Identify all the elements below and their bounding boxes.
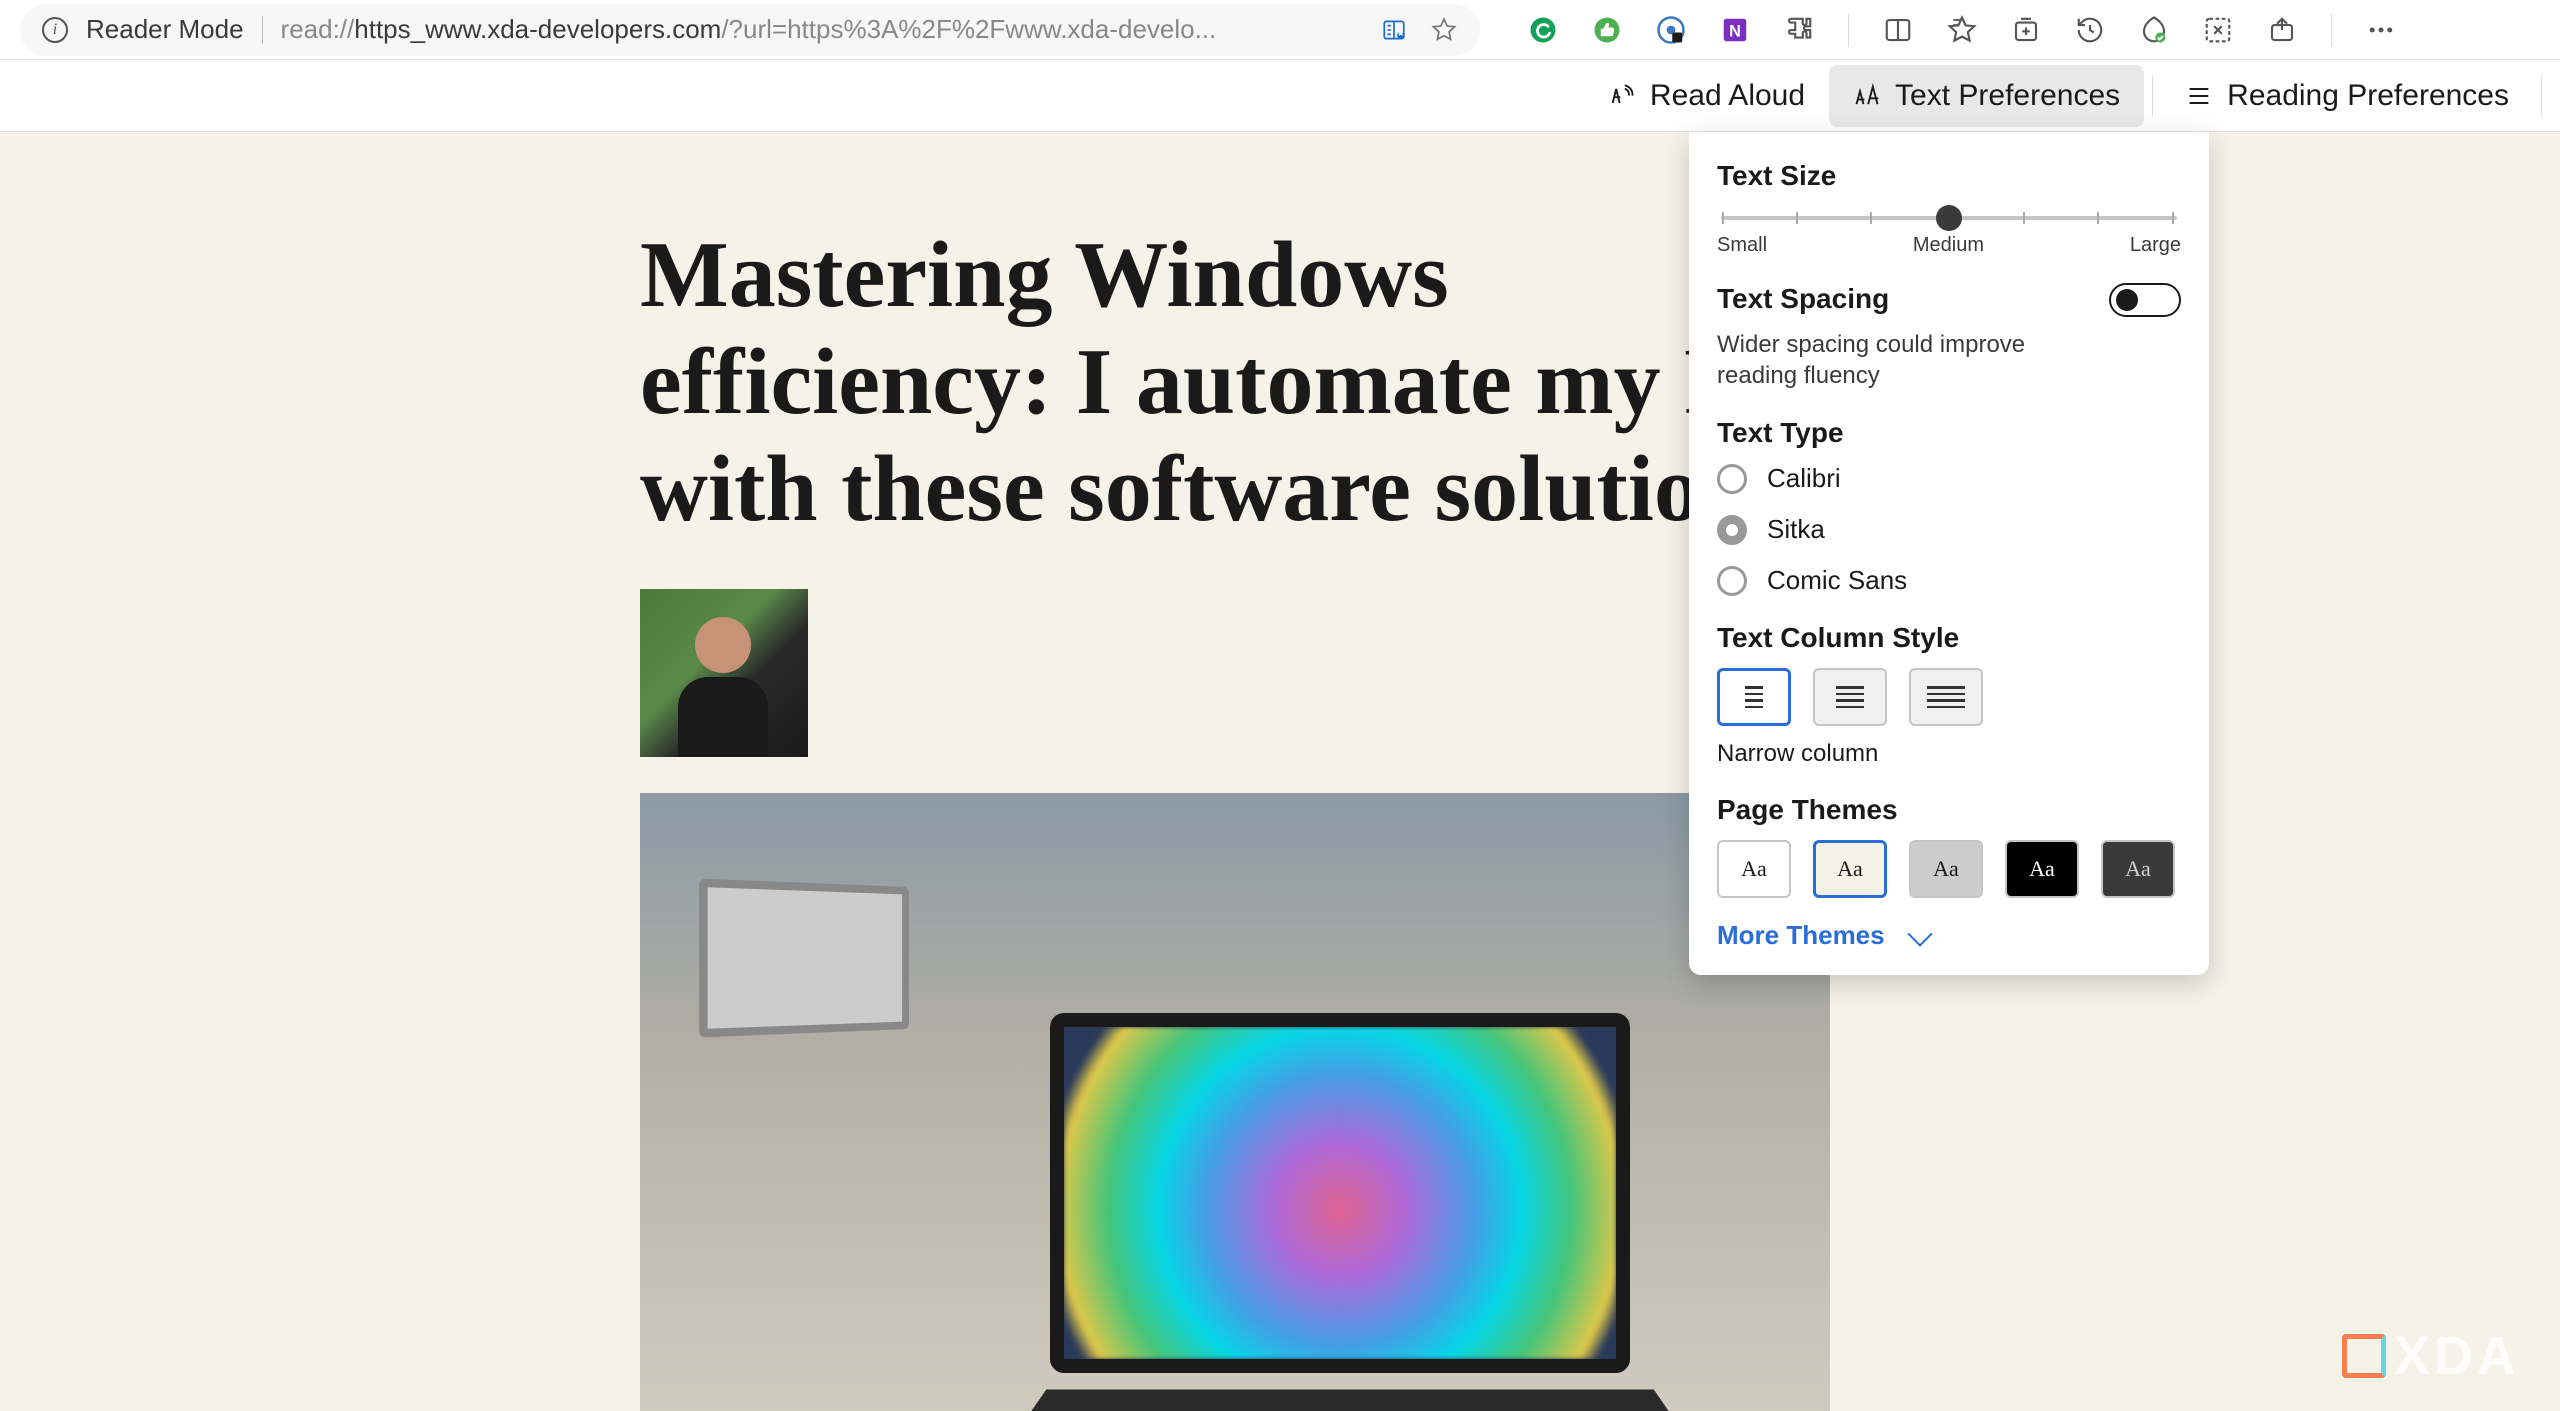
article-title: Mastering Windows efficiency: I automate… — [640, 222, 1830, 543]
extension-onenote-icon[interactable]: N — [1720, 15, 1750, 45]
url-container[interactable]: i Reader Mode read://https_www.xda-devel… — [20, 4, 1480, 56]
performance-icon[interactable] — [2139, 15, 2169, 45]
text-type-section: Text Type Calibri Sitka Comic Sans — [1717, 417, 2181, 596]
column-selected-label: Narrow column — [1717, 740, 2181, 768]
text-preferences-panel: Text Size Small Medium Large T — [1689, 132, 2209, 975]
collections-icon[interactable] — [2011, 15, 2041, 45]
divider — [2331, 13, 2332, 47]
theme-swatch-2[interactable]: Aa — [1909, 840, 1983, 898]
slider-label-large: Large — [2130, 234, 2181, 257]
text-size-section: Text Size Small Medium Large — [1717, 160, 2181, 257]
reader-mode-label: Reader Mode — [86, 14, 244, 45]
theme-swatch-4[interactable]: Aa — [2101, 840, 2175, 898]
divider — [1848, 13, 1849, 47]
slider-thumb[interactable] — [1936, 205, 1962, 231]
divider — [2541, 75, 2542, 117]
reader-view-icon[interactable] — [1380, 16, 1408, 44]
reading-preferences-icon — [2185, 82, 2213, 110]
info-icon[interactable]: i — [42, 17, 68, 43]
reading-preferences-label: Reading Preferences — [2227, 79, 2509, 113]
text-preferences-icon — [1853, 82, 1881, 110]
history-icon[interactable] — [2075, 15, 2105, 45]
text-spacing-heading: Text Spacing — [1717, 283, 2047, 315]
address-bar: i Reader Mode read://https_www.xda-devel… — [0, 0, 2560, 60]
text-size-slider[interactable] — [1717, 206, 2181, 230]
share-icon[interactable] — [2267, 15, 2297, 45]
radio-label: Sitka — [1767, 514, 1825, 545]
svg-text:N: N — [1729, 22, 1741, 40]
extension-thumbs-up-icon[interactable] — [1592, 15, 1622, 45]
font-radio-comic-sans[interactable]: Comic Sans — [1717, 565, 2181, 596]
extensions-icon[interactable] — [1784, 15, 1814, 45]
font-radio-calibri[interactable]: Calibri — [1717, 463, 2181, 494]
column-style-heading: Text Column Style — [1717, 622, 2181, 654]
column-wide-button[interactable] — [1909, 668, 1983, 726]
text-spacing-desc: Wider spacing could improve reading flue… — [1717, 329, 2047, 391]
theme-swatch-1[interactable]: Aa — [1813, 840, 1887, 898]
radio-label: Comic Sans — [1767, 565, 1907, 596]
split-screen-icon[interactable] — [1883, 15, 1913, 45]
extension-privacy-icon[interactable] — [1656, 15, 1686, 45]
column-medium-button[interactable] — [1813, 668, 1887, 726]
read-aloud-label: Read Aloud — [1650, 79, 1805, 113]
divider — [2152, 75, 2153, 117]
more-themes-button[interactable]: More Themes — [1717, 920, 2181, 951]
more-themes-label: More Themes — [1717, 920, 1885, 951]
screenshot-icon[interactable] — [2203, 15, 2233, 45]
text-preferences-label: Text Preferences — [1895, 79, 2120, 113]
font-radio-sitka[interactable]: Sitka — [1717, 514, 2181, 545]
radio-icon — [1717, 515, 1747, 545]
feature-image — [640, 793, 1830, 1411]
page-themes-section: Page Themes Aa Aa Aa Aa Aa More Themes — [1717, 794, 2181, 951]
extension-grammarly-icon[interactable] — [1528, 15, 1558, 45]
reader-toolbar: Read Aloud Text Preferences Reading Pref… — [0, 60, 2560, 132]
xda-logo-icon — [2342, 1334, 2386, 1378]
favorite-star-icon[interactable] — [1430, 16, 1458, 44]
slider-label-small: Small — [1717, 234, 1767, 257]
favorites-icon[interactable] — [1947, 15, 1977, 45]
author-avatar — [640, 589, 808, 757]
read-aloud-icon — [1608, 82, 1636, 110]
column-style-section: Text Column Style Narrow column — [1717, 622, 2181, 768]
text-spacing-section: Text Spacing Wider spacing could improve… — [1717, 283, 2181, 391]
read-aloud-button[interactable]: Read Aloud — [1584, 65, 1829, 127]
more-icon[interactable] — [2366, 15, 2396, 45]
column-narrow-button[interactable] — [1717, 668, 1791, 726]
text-size-heading: Text Size — [1717, 160, 2181, 192]
radio-icon — [1717, 566, 1747, 596]
text-type-heading: Text Type — [1717, 417, 2181, 449]
chevron-down-icon — [1907, 921, 1932, 946]
toolbar-right: N — [1528, 13, 2396, 47]
article: Mastering Windows efficiency: I automate… — [640, 132, 1830, 1411]
page-themes-heading: Page Themes — [1717, 794, 2181, 826]
slider-label-medium: Medium — [1913, 234, 1984, 257]
text-spacing-toggle[interactable] — [2109, 283, 2181, 317]
theme-swatch-0[interactable]: Aa — [1717, 840, 1791, 898]
radio-icon — [1717, 464, 1747, 494]
divider — [262, 16, 263, 44]
text-preferences-button[interactable]: Text Preferences — [1829, 65, 2144, 127]
radio-label: Calibri — [1767, 463, 1841, 494]
xda-watermark: XDA — [2342, 1325, 2520, 1387]
reading-preferences-button[interactable]: Reading Preferences — [2161, 65, 2533, 127]
url-text[interactable]: read://https_www.xda-developers.com/?url… — [281, 14, 1362, 45]
theme-swatch-3[interactable]: Aa — [2005, 840, 2079, 898]
